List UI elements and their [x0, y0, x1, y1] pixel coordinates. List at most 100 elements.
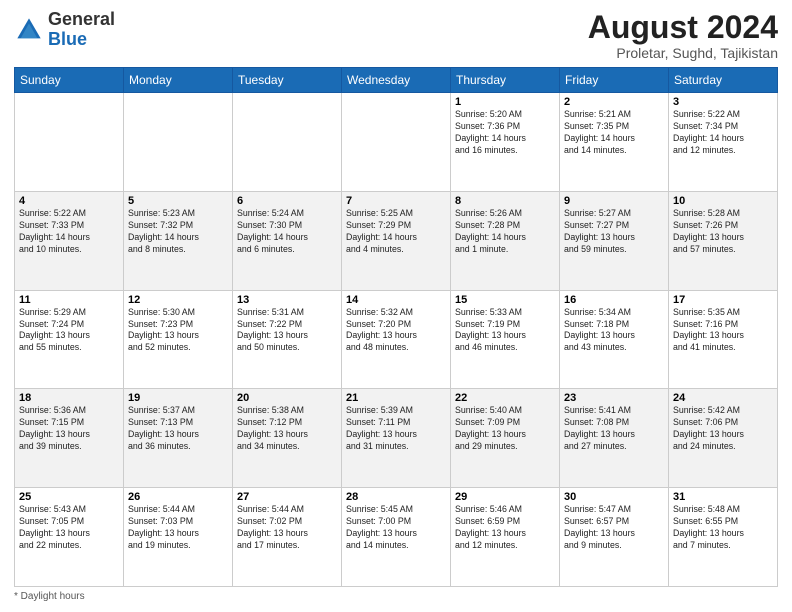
day-number: 3 [673, 96, 773, 108]
footer-note-text: Daylight hours [21, 591, 85, 602]
calendar-cell: 23Sunrise: 5:41 AM Sunset: 7:08 PM Dayli… [560, 389, 669, 488]
day-info: Sunrise: 5:22 AM Sunset: 7:33 PM Dayligh… [19, 208, 119, 256]
day-info: Sunrise: 5:39 AM Sunset: 7:11 PM Dayligh… [346, 405, 446, 453]
day-number: 1 [455, 96, 555, 108]
day-info: Sunrise: 5:22 AM Sunset: 7:34 PM Dayligh… [673, 109, 773, 157]
calendar-cell: 21Sunrise: 5:39 AM Sunset: 7:11 PM Dayli… [342, 389, 451, 488]
day-header-tuesday: Tuesday [233, 68, 342, 93]
calendar-cell [233, 93, 342, 192]
day-number: 13 [237, 294, 337, 306]
calendar-cell: 11Sunrise: 5:29 AM Sunset: 7:24 PM Dayli… [15, 290, 124, 389]
calendar-cell: 28Sunrise: 5:45 AM Sunset: 7:00 PM Dayli… [342, 488, 451, 587]
page: General Blue August 2024 Proletar, Sughd… [0, 0, 792, 612]
day-number: 16 [564, 294, 664, 306]
calendar-cell: 18Sunrise: 5:36 AM Sunset: 7:15 PM Dayli… [15, 389, 124, 488]
day-number: 20 [237, 392, 337, 404]
day-number: 18 [19, 392, 119, 404]
day-info: Sunrise: 5:37 AM Sunset: 7:13 PM Dayligh… [128, 405, 228, 453]
day-number: 22 [455, 392, 555, 404]
day-number: 6 [237, 195, 337, 207]
calendar-cell: 14Sunrise: 5:32 AM Sunset: 7:20 PM Dayli… [342, 290, 451, 389]
day-number: 8 [455, 195, 555, 207]
calendar-cell: 13Sunrise: 5:31 AM Sunset: 7:22 PM Dayli… [233, 290, 342, 389]
day-number: 7 [346, 195, 446, 207]
day-info: Sunrise: 5:25 AM Sunset: 7:29 PM Dayligh… [346, 208, 446, 256]
day-number: 9 [564, 195, 664, 207]
calendar-cell: 7Sunrise: 5:25 AM Sunset: 7:29 PM Daylig… [342, 191, 451, 290]
day-number: 5 [128, 195, 228, 207]
calendar-cell: 10Sunrise: 5:28 AM Sunset: 7:26 PM Dayli… [669, 191, 778, 290]
days-header-row: SundayMondayTuesdayWednesdayThursdayFrid… [15, 68, 778, 93]
day-number: 17 [673, 294, 773, 306]
day-info: Sunrise: 5:32 AM Sunset: 7:20 PM Dayligh… [346, 307, 446, 355]
day-number: 30 [564, 491, 664, 503]
day-info: Sunrise: 5:42 AM Sunset: 7:06 PM Dayligh… [673, 405, 773, 453]
calendar-cell: 26Sunrise: 5:44 AM Sunset: 7:03 PM Dayli… [124, 488, 233, 587]
day-info: Sunrise: 5:43 AM Sunset: 7:05 PM Dayligh… [19, 504, 119, 552]
calendar-cell: 3Sunrise: 5:22 AM Sunset: 7:34 PM Daylig… [669, 93, 778, 192]
logo-icon [14, 15, 44, 45]
day-header-sunday: Sunday [15, 68, 124, 93]
day-number: 11 [19, 294, 119, 306]
week-row-0: 1Sunrise: 5:20 AM Sunset: 7:36 PM Daylig… [15, 93, 778, 192]
week-row-4: 25Sunrise: 5:43 AM Sunset: 7:05 PM Dayli… [15, 488, 778, 587]
day-info: Sunrise: 5:28 AM Sunset: 7:26 PM Dayligh… [673, 208, 773, 256]
calendar-cell: 19Sunrise: 5:37 AM Sunset: 7:13 PM Dayli… [124, 389, 233, 488]
day-number: 4 [19, 195, 119, 207]
day-number: 15 [455, 294, 555, 306]
calendar-cell: 20Sunrise: 5:38 AM Sunset: 7:12 PM Dayli… [233, 389, 342, 488]
calendar-cell: 16Sunrise: 5:34 AM Sunset: 7:18 PM Dayli… [560, 290, 669, 389]
day-number: 21 [346, 392, 446, 404]
day-number: 26 [128, 491, 228, 503]
day-number: 10 [673, 195, 773, 207]
day-info: Sunrise: 5:21 AM Sunset: 7:35 PM Dayligh… [564, 109, 664, 157]
day-info: Sunrise: 5:27 AM Sunset: 7:27 PM Dayligh… [564, 208, 664, 256]
calendar-cell: 4Sunrise: 5:22 AM Sunset: 7:33 PM Daylig… [15, 191, 124, 290]
day-number: 19 [128, 392, 228, 404]
calendar-cell: 5Sunrise: 5:23 AM Sunset: 7:32 PM Daylig… [124, 191, 233, 290]
day-info: Sunrise: 5:23 AM Sunset: 7:32 PM Dayligh… [128, 208, 228, 256]
day-info: Sunrise: 5:31 AM Sunset: 7:22 PM Dayligh… [237, 307, 337, 355]
calendar-cell: 30Sunrise: 5:47 AM Sunset: 6:57 PM Dayli… [560, 488, 669, 587]
day-number: 2 [564, 96, 664, 108]
day-info: Sunrise: 5:44 AM Sunset: 7:02 PM Dayligh… [237, 504, 337, 552]
day-info: Sunrise: 5:47 AM Sunset: 6:57 PM Dayligh… [564, 504, 664, 552]
day-number: 31 [673, 491, 773, 503]
day-number: 29 [455, 491, 555, 503]
calendar-cell: 2Sunrise: 5:21 AM Sunset: 7:35 PM Daylig… [560, 93, 669, 192]
day-info: Sunrise: 5:29 AM Sunset: 7:24 PM Dayligh… [19, 307, 119, 355]
calendar-cell: 9Sunrise: 5:27 AM Sunset: 7:27 PM Daylig… [560, 191, 669, 290]
logo-text: General Blue [48, 10, 115, 50]
day-info: Sunrise: 5:20 AM Sunset: 7:36 PM Dayligh… [455, 109, 555, 157]
calendar-cell [124, 93, 233, 192]
calendar-cell: 6Sunrise: 5:24 AM Sunset: 7:30 PM Daylig… [233, 191, 342, 290]
week-row-2: 11Sunrise: 5:29 AM Sunset: 7:24 PM Dayli… [15, 290, 778, 389]
day-info: Sunrise: 5:45 AM Sunset: 7:00 PM Dayligh… [346, 504, 446, 552]
day-info: Sunrise: 5:35 AM Sunset: 7:16 PM Dayligh… [673, 307, 773, 355]
day-header-monday: Monday [124, 68, 233, 93]
day-number: 27 [237, 491, 337, 503]
week-row-3: 18Sunrise: 5:36 AM Sunset: 7:15 PM Dayli… [15, 389, 778, 488]
day-header-thursday: Thursday [451, 68, 560, 93]
day-info: Sunrise: 5:38 AM Sunset: 7:12 PM Dayligh… [237, 405, 337, 453]
calendar-cell [15, 93, 124, 192]
day-info: Sunrise: 5:40 AM Sunset: 7:09 PM Dayligh… [455, 405, 555, 453]
month-year: August 2024 [588, 10, 778, 45]
day-info: Sunrise: 5:30 AM Sunset: 7:23 PM Dayligh… [128, 307, 228, 355]
calendar-cell: 12Sunrise: 5:30 AM Sunset: 7:23 PM Dayli… [124, 290, 233, 389]
day-number: 12 [128, 294, 228, 306]
day-info: Sunrise: 5:36 AM Sunset: 7:15 PM Dayligh… [19, 405, 119, 453]
calendar-cell: 25Sunrise: 5:43 AM Sunset: 7:05 PM Dayli… [15, 488, 124, 587]
calendar-cell: 31Sunrise: 5:48 AM Sunset: 6:55 PM Dayli… [669, 488, 778, 587]
day-number: 28 [346, 491, 446, 503]
header: General Blue August 2024 Proletar, Sughd… [14, 10, 778, 61]
calendar-cell [342, 93, 451, 192]
day-number: 14 [346, 294, 446, 306]
calendar-cell: 15Sunrise: 5:33 AM Sunset: 7:19 PM Dayli… [451, 290, 560, 389]
day-header-friday: Friday [560, 68, 669, 93]
day-number: 24 [673, 392, 773, 404]
day-info: Sunrise: 5:46 AM Sunset: 6:59 PM Dayligh… [455, 504, 555, 552]
logo-blue: Blue [48, 29, 87, 49]
day-info: Sunrise: 5:33 AM Sunset: 7:19 PM Dayligh… [455, 307, 555, 355]
day-info: Sunrise: 5:48 AM Sunset: 6:55 PM Dayligh… [673, 504, 773, 552]
